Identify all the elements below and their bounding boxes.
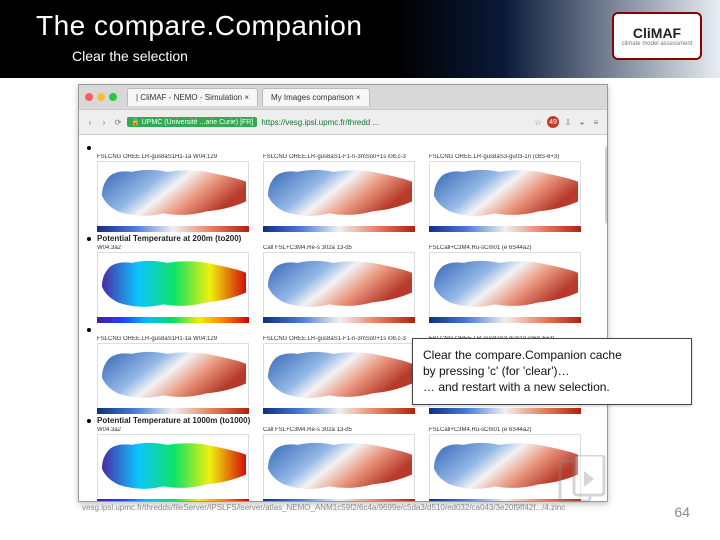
plot-title: FSLCall+C3M4.Ru-sCm01 (e 6S44a2): [429, 245, 581, 251]
colorbar: [429, 317, 581, 323]
minimize-icon[interactable]: [97, 93, 105, 101]
callout-line: Clear the compare.Companion cache: [423, 347, 681, 363]
map-plot: [263, 252, 415, 316]
browser-tab[interactable]: | CliMAF - NEMO - Simulation ×: [127, 88, 258, 106]
plot-card[interactable]: W04.3a2: [97, 427, 249, 502]
extension-badge[interactable]: 49: [547, 116, 559, 128]
plot-title: Call FSL+C3M4.Re-s 302a 13-d5: [263, 245, 415, 251]
plot-card[interactable]: Call FSL+C3M4.Re-s 302a 13-d5: [263, 245, 415, 323]
plot-card[interactable]: FSLCNG OREE.LR-gus8aS1-F1-n-3mSo0+1s i08…: [263, 336, 415, 414]
colorbar: [97, 317, 249, 323]
plot-title: FSLCall+C3M4.Ru-sCm01 (e 6S44a2): [429, 427, 581, 433]
map-plot: [263, 434, 415, 498]
map-plot: [97, 252, 249, 316]
plot-title: W04.3a2: [97, 427, 249, 433]
plot-title: FSLCNG OREE.LR-gus8aS1H1-1a W04;129: [97, 154, 249, 160]
address-bar: ‹ › ⟳ 🔒 UPMC (Université ...arie Curie) …: [79, 109, 607, 135]
plot-title: FSLCNG OREE.LR-gus8aS3-gu03-1n (c6S-6+3): [429, 154, 581, 160]
climaf-logo: CliMAF climate model assessment: [612, 12, 702, 60]
plot-title: W04.3a2: [97, 245, 249, 251]
maximize-icon[interactable]: [109, 93, 117, 101]
forward-icon[interactable]: ›: [99, 118, 109, 127]
colorbar: [429, 226, 581, 232]
browser-tabbar: | CliMAF - NEMO - Simulation × My Images…: [79, 85, 607, 109]
plot-title: FSLCNG OREE.LR-gus8aS1-F1-n-3mSo0+1s i08…: [263, 154, 415, 160]
plot-title: FSLCNG OREE.LR-gus8aS1H1-1a W04;129: [97, 336, 249, 342]
map-plot: [97, 434, 249, 498]
colorbar: [97, 226, 249, 232]
map-plot: [97, 161, 249, 225]
plot-card[interactable]: FSLCall+C3M4.Ru-sCm01 (e 6S44a2): [429, 245, 581, 323]
back-icon[interactable]: ‹: [85, 118, 95, 127]
plot-card[interactable]: FSLCNG OREE.LR-gus8aS1H1-1a W04;129: [97, 154, 249, 232]
map-plot: [263, 161, 415, 225]
plot-row: W04.3a2 Call FSL+C3M4.Re-s 302a 13-d5 FSLC…: [97, 245, 597, 323]
plot-title: FSLCNG OREE.LR-gus8aS1-F1-n-3mSo0+1s i08…: [263, 336, 415, 342]
colorbar: [263, 226, 415, 232]
plot-row: W04.3a2 Call FSL+C3M4.Re-s 302a 13-d5 FSLC…: [97, 427, 597, 502]
plot-card[interactable]: FSLCNG OREE.LR-gus8aS3-gu03-1n (c6S-6+3): [429, 154, 581, 232]
plot-card[interactable]: Call FSL+C3M4.Re-s 302a 13-d5: [263, 427, 415, 502]
plot-card[interactable]: W04.3a2: [97, 245, 249, 323]
footer-url: vesg.ipsl.upmc.fr/thredds/fileServer/IPS…: [82, 503, 602, 512]
colorbar: [263, 499, 415, 502]
section-header: Potential Temperature at 200m (to200): [87, 234, 597, 243]
logo-text: CliMAF: [633, 25, 681, 41]
reload-icon[interactable]: ⟳: [113, 118, 123, 127]
map-plot: [97, 343, 249, 407]
map-plot: [263, 343, 415, 407]
menu-icon[interactable]: ≡: [591, 118, 601, 127]
plot-title: Call FSL+C3M4.Re-s 302a 13-d5: [263, 427, 415, 433]
page-content: FSLCNG OREE.LR-gus8aS1H1-1a W04;129 FSLCN…: [79, 135, 607, 502]
plot-row: FSLCNG OREE.LR-gus8aS1H1-1a W04;129 FSLCN…: [97, 154, 597, 232]
callout-line: by pressing 'c' (for 'clear')…: [423, 363, 681, 379]
section-header: Potential Temperature at 1000m (to1000): [87, 416, 597, 425]
colorbar: [97, 408, 249, 414]
callout-box: Clear the compare.Companion cache by pre…: [412, 338, 692, 405]
user-icon[interactable]: ◒: [577, 118, 587, 127]
callout-line: … and restart with a new selection.: [423, 379, 681, 395]
window-controls[interactable]: [85, 93, 117, 101]
colorbar: [263, 408, 415, 414]
star-icon[interactable]: ☆: [533, 118, 543, 127]
url-text[interactable]: https://vesg.ipsl.upmc.fr/thredd ...: [261, 118, 529, 127]
plot-card[interactable]: FSLCNG OREE.LR-gus8aS1-F1-n-3mSo0+1s i08…: [263, 154, 415, 232]
logo-tagline: climate model assessment: [622, 41, 693, 47]
close-icon[interactable]: [85, 93, 93, 101]
slide-header: The compare.Companion Clear the selectio…: [0, 0, 720, 78]
colorbar: [97, 499, 249, 502]
download-icon[interactable]: ⇩: [563, 118, 573, 127]
colorbar: [263, 317, 415, 323]
browser-tab[interactable]: My Images comparison ×: [262, 88, 370, 106]
browser-window: | CliMAF - NEMO - Simulation × My Images…: [78, 84, 608, 502]
map-plot: [429, 161, 581, 225]
colorbar: [429, 408, 581, 414]
lock-icon: 🔒 UPMC (Université ...arie Curie) [FR]: [127, 117, 257, 127]
section-header: [87, 325, 597, 334]
plot-card[interactable]: FSLCNG OREE.LR-gus8aS1H1-1a W04;129: [97, 336, 249, 414]
map-plot: [429, 252, 581, 316]
scrollbar[interactable]: [605, 145, 608, 225]
page-number: 64: [674, 504, 690, 520]
section-header: [87, 143, 597, 152]
